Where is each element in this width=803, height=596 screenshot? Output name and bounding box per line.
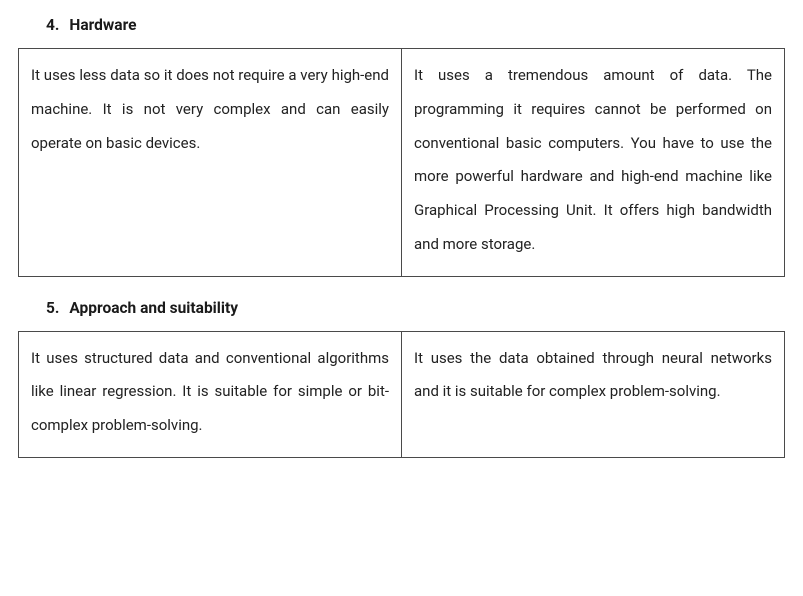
cell-text: It uses a tremendous amount of data. The… (414, 59, 772, 262)
table-cell-right: It uses the data obtained through neural… (402, 331, 785, 457)
comparison-table-hardware: It uses less data so it does not require… (18, 48, 785, 277)
section-title: Approach and suitability (69, 299, 238, 317)
section-number: 4. (46, 16, 59, 34)
section-title: Hardware (69, 16, 136, 34)
cell-text: It uses structured data and conventional… (31, 342, 389, 443)
section-heading-approach: 5. Approach and suitability (18, 299, 785, 331)
comparison-table-approach: It uses structured data and conventional… (18, 331, 785, 458)
table-row: It uses structured data and conventional… (19, 331, 785, 457)
table-cell-left: It uses structured data and conventional… (19, 331, 402, 457)
section-heading-hardware: 4. Hardware (18, 16, 785, 48)
table-cell-right: It uses a tremendous amount of data. The… (402, 49, 785, 277)
cell-text: It uses the data obtained through neural… (414, 342, 772, 410)
table-cell-left: It uses less data so it does not require… (19, 49, 402, 277)
cell-text: It uses less data so it does not require… (31, 59, 389, 160)
table-row: It uses less data so it does not require… (19, 49, 785, 277)
section-number: 5. (46, 299, 59, 317)
